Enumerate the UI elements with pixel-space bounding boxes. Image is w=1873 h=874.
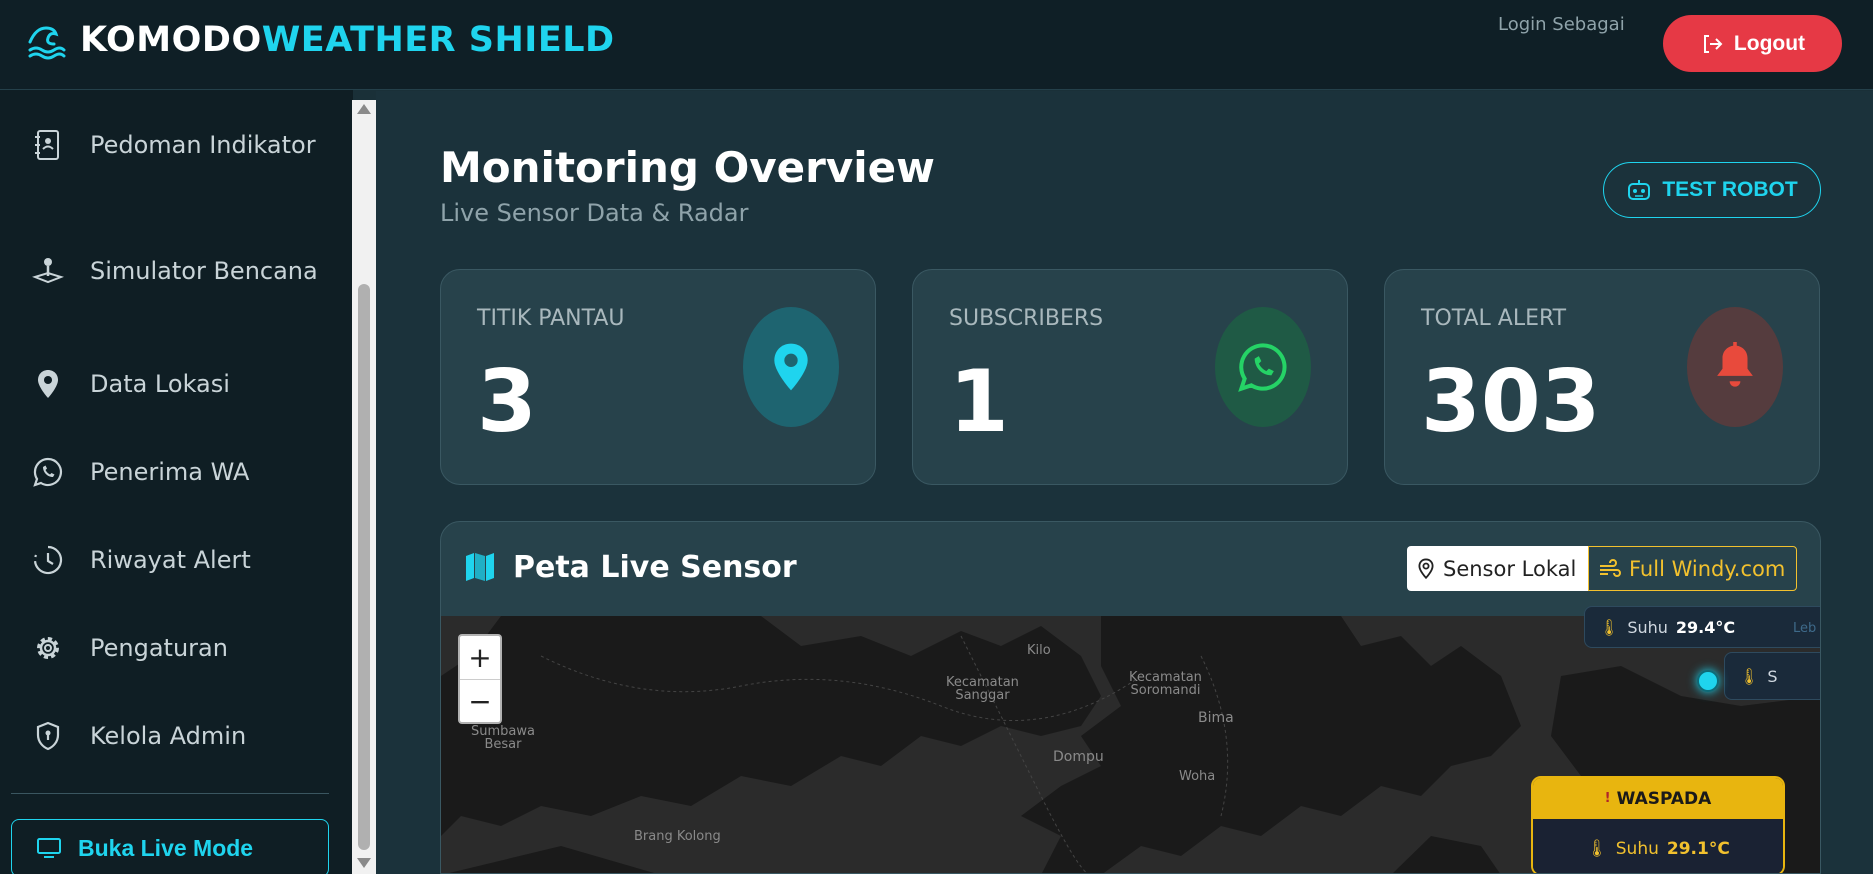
map-pin-icon	[32, 368, 64, 400]
thermometer-icon: 🌡	[1599, 617, 1620, 637]
sidebar-item-label: Penerima WA	[90, 458, 250, 486]
warning-icon: !	[1604, 791, 1611, 806]
scroll-down-arrow-icon[interactable]	[357, 858, 371, 868]
whatsapp-icon	[32, 456, 64, 488]
thermometer-icon: 🌡	[1586, 838, 1608, 859]
sensor-popup[interactable]: 🌡 S	[1724, 652, 1820, 700]
thermometer-icon: 🌡	[1739, 666, 1760, 686]
monitor-icon	[37, 838, 61, 858]
sensor-lokal-toggle[interactable]: Sensor Lokal	[1407, 546, 1589, 591]
sidebar-item-kelola-admin[interactable]: Kelola Admin	[0, 706, 350, 766]
card-label: TITIK PANTAU	[477, 306, 625, 331]
map-panel-title: Peta Live Sensor	[513, 550, 797, 585]
robot-icon	[1628, 180, 1651, 200]
sidebar-item-label: Pedoman Indikator	[90, 131, 316, 159]
waspada-label: Suhu	[1615, 838, 1659, 859]
card-badge	[743, 307, 839, 427]
map-place-label: Kecamatan Soromandi	[1129, 670, 1202, 698]
sensor-lokal-label: Sensor Lokal	[1443, 556, 1577, 581]
sidebar-item-label: Pengaturan	[90, 634, 228, 662]
clock-history-icon	[32, 544, 64, 576]
stat-card-titik-pantau: TITIK PANTAU 3	[440, 269, 876, 485]
card-label: TOTAL ALERT	[1421, 306, 1567, 331]
sidebar-item-simulator-bencana[interactable]: Simulator Bencana	[0, 226, 350, 316]
live-sensor-map-panel: Peta Live Sensor Sensor Lokal Full Windy…	[440, 521, 1821, 874]
waspada-popup[interactable]: ! WASPADA 🌡 Suhu 29.1°C	[1531, 776, 1785, 873]
waspada-value: 29.1°C	[1666, 838, 1730, 859]
card-value: 1	[949, 352, 1009, 452]
map-place-label: Bima	[1198, 710, 1234, 726]
sidebar-item-label: Kelola Admin	[90, 722, 247, 750]
full-windy-toggle[interactable]: Full Windy.com	[1588, 546, 1797, 591]
stat-card-subscribers: SUBSCRIBERS 1	[912, 269, 1348, 485]
card-badge	[1215, 307, 1311, 427]
sensor-popup-label: Suhu	[1627, 617, 1668, 637]
card-value: 3	[477, 352, 537, 452]
sensor-popup-value: 29.4°C	[1675, 617, 1736, 637]
map-place-label: Kilo	[1027, 643, 1051, 658]
page-subtitle: Live Sensor Data & Radar	[440, 199, 749, 227]
map-canvas[interactable]: + − Kilo Kecamatan Sanggar Kecamatan Sor…	[441, 606, 1820, 873]
map-place-label: Sumbawa Besar	[471, 724, 535, 752]
whatsapp-icon	[1238, 343, 1287, 392]
logout-icon	[1703, 34, 1723, 53]
sidebar-item-penerima-wa[interactable]: Penerima WA	[0, 442, 350, 502]
brand-name-part1: KOMODO	[80, 20, 262, 60]
sidebar: Pedoman Indikator Simulator Bencana Data…	[0, 90, 353, 874]
sensor-marker[interactable]	[1697, 670, 1719, 692]
card-value: 303	[1421, 352, 1601, 452]
card-label: SUBSCRIBERS	[949, 306, 1104, 331]
top-header: KOMODOWEATHER SHIELD Login Sebagai Logou…	[0, 0, 1873, 90]
sidebar-item-label: Data Lokasi	[90, 370, 230, 398]
sidebar-item-label: Riwayat Alert	[90, 546, 251, 574]
brand-name-part2: WEATHER SHIELD	[261, 20, 615, 60]
map-place-label: Kecamatan Sanggar	[946, 675, 1019, 703]
map-pin-icon	[774, 343, 808, 391]
test-robot-label: TEST ROBOT	[1662, 178, 1798, 201]
sidebar-item-riwayat-alert[interactable]: Riwayat Alert	[0, 530, 350, 590]
map-place-label: Woha	[1179, 769, 1216, 784]
sidebar-scrollbar[interactable]	[352, 100, 376, 874]
page-title: Monitoring Overview	[440, 143, 935, 192]
sidebar-item-data-lokasi[interactable]: Data Lokasi	[0, 354, 350, 414]
scroll-thumb[interactable]	[358, 284, 370, 850]
sensor-popup-extra: Leb	[1793, 621, 1817, 636]
sensor-popup[interactable]: 🌡 Suhu 29.4°C Leb	[1584, 606, 1820, 648]
waspada-header: ! WASPADA	[1533, 778, 1783, 819]
waspada-body: 🌡 Suhu 29.1°C	[1533, 819, 1783, 873]
zoom-out-button[interactable]: −	[460, 679, 500, 722]
map-place-label: Dompu	[1053, 749, 1104, 765]
map-icon	[466, 553, 494, 581]
zoom-in-button[interactable]: +	[460, 636, 500, 679]
brand-name: KOMODOWEATHER SHIELD	[80, 20, 615, 60]
full-windy-label: Full Windy.com	[1629, 556, 1786, 581]
stat-card-total-alert: TOTAL ALERT 303	[1384, 269, 1820, 485]
brand-logo[interactable]: KOMODOWEATHER SHIELD	[26, 20, 615, 60]
sensor-popup-label: S	[1767, 666, 1778, 686]
sidebar-item-label: Simulator Bencana	[90, 257, 318, 285]
logout-button[interactable]: Logout	[1663, 15, 1842, 72]
map-zoom-control: + −	[458, 634, 502, 724]
waspada-status: WASPADA	[1616, 788, 1712, 809]
login-as-label: Login Sebagai	[1498, 14, 1625, 35]
gear-icon	[32, 632, 64, 664]
scroll-up-arrow-icon[interactable]	[357, 104, 371, 114]
live-mode-button[interactable]: Buka Live Mode	[11, 819, 329, 874]
shield-icon	[32, 720, 64, 752]
bell-icon	[1717, 342, 1753, 387]
wave-icon	[28, 26, 66, 60]
live-mode-label: Buka Live Mode	[78, 834, 254, 861]
wind-icon	[1600, 558, 1621, 577]
sidebar-divider	[11, 793, 329, 794]
map-pin-outline-icon	[1418, 558, 1434, 579]
map-place-label: Brang Kolong	[634, 829, 721, 844]
sidebar-item-pengaturan[interactable]: Pengaturan	[0, 618, 350, 678]
test-robot-button[interactable]: TEST ROBOT	[1603, 162, 1821, 218]
joystick-icon	[32, 255, 64, 287]
sidebar-item-pedoman-indikator[interactable]: Pedoman Indikator	[0, 100, 350, 190]
address-book-icon	[32, 129, 64, 161]
logout-label: Logout	[1733, 31, 1806, 55]
card-badge	[1687, 307, 1783, 427]
